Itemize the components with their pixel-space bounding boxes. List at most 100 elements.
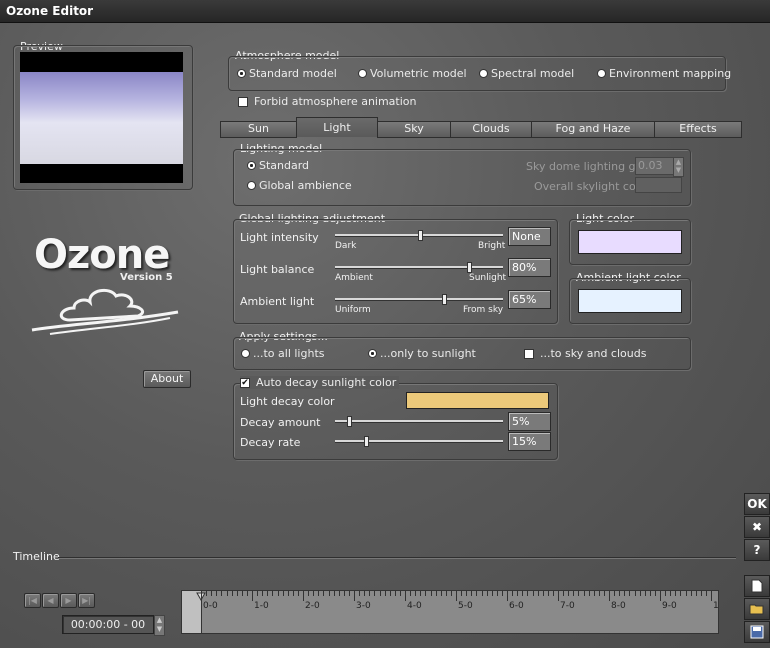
timeline-ticks: 0-0 1-0 2-0 3-0 4-0 5-0 6-0 7-0 8-0 9-0 1 (182, 591, 719, 633)
timeline-tick-mark (226, 591, 228, 596)
light-balance-thumb[interactable] (467, 262, 472, 273)
light-color-swatch[interactable] (578, 230, 682, 254)
sky-gain-label: Sky dome lighting gain (526, 160, 653, 173)
ambient-light-max: From sky (463, 305, 504, 315)
decay-rate-value[interactable]: 15% (508, 432, 551, 451)
decay-rate-thumb[interactable] (363, 436, 369, 447)
timeline-tick-mark (394, 591, 396, 596)
timeline-label: Timeline (13, 550, 60, 563)
timeline-tick-mark (308, 591, 310, 596)
ambient-light-value[interactable]: 65% (508, 290, 551, 309)
light-intensity-thumb[interactable] (417, 230, 423, 241)
tab-effects[interactable]: Effects (654, 121, 742, 138)
timeline-tick-mark (522, 591, 524, 596)
play-icon[interactable]: ▶ (60, 593, 77, 608)
timeline-tick-mark (379, 591, 381, 596)
ambient-light-thumb[interactable] (442, 294, 448, 305)
save-disk-icon[interactable] (744, 621, 770, 643)
timeline-tick-mark (252, 591, 253, 601)
timeline-tick-mark (501, 591, 503, 596)
radio-only-sunlight[interactable]: ...only to sunlight (369, 347, 476, 360)
radio-dot (369, 350, 376, 357)
new-file-icon[interactable] (744, 575, 770, 597)
timeline-tick-mark (552, 591, 554, 596)
ambient-light-slider[interactable] (335, 298, 503, 300)
close-button[interactable]: ✖ (744, 516, 770, 538)
radio-standard-model[interactable]: Standard model (238, 67, 337, 80)
tab-clouds[interactable]: Clouds (450, 121, 532, 138)
light-balance-slider[interactable] (335, 266, 503, 268)
decay-amount-slider[interactable] (335, 420, 503, 422)
about-button[interactable]: About (143, 370, 191, 388)
light-intensity-min: Dark (335, 241, 357, 251)
radio-spectral-model[interactable]: Spectral model (480, 67, 574, 80)
timeline-tick-mark (705, 591, 707, 596)
timeline-tick-mark (471, 591, 473, 596)
time-spinner[interactable]: ▲ ▼ (154, 615, 165, 636)
timeline-tick-mark (685, 591, 687, 596)
timeline-tick-label: 2-0 (305, 601, 320, 611)
light-balance-value[interactable]: 80% (508, 258, 551, 277)
timeline-tick-mark (486, 591, 488, 596)
forbid-animation-checkbox[interactable]: Forbid atmosphere animation (238, 95, 417, 108)
checkbox-box (524, 348, 534, 359)
light-intensity-value[interactable]: None (508, 227, 551, 246)
checkmark-icon: ✔ (240, 377, 250, 388)
skip-start-icon[interactable]: |◀ (24, 593, 41, 608)
window-title: Ozone Editor (6, 4, 94, 18)
timeline-tick-mark (634, 591, 636, 596)
decay-rate-slider[interactable] (335, 440, 503, 442)
help-button[interactable]: ? (744, 539, 770, 561)
timeline-tick-mark (348, 591, 350, 596)
radio-label: ...only to sunlight (380, 347, 476, 360)
ambient-color-swatch[interactable] (578, 289, 682, 313)
tab-sky[interactable]: Sky (377, 121, 451, 138)
ok-button[interactable]: OK (744, 493, 770, 515)
timeline-tick-mark (527, 591, 529, 596)
decay-amount-value[interactable]: 5% (508, 412, 551, 431)
radio-volumetric-model[interactable]: Volumetric model (359, 67, 467, 80)
timeline-tick-mark (563, 591, 565, 596)
time-field[interactable]: 00:00:00 - 00 (62, 615, 154, 634)
checkbox-label: ...to sky and clouds (540, 347, 647, 360)
tab-fog-and-haze[interactable]: Fog and Haze (531, 121, 655, 138)
timeline-tick-mark (364, 591, 366, 596)
sky-gain-spinner[interactable]: ▲ ▼ (673, 157, 684, 177)
timeline-tick-mark (614, 591, 616, 596)
timeline-tick-mark (221, 591, 223, 596)
timeline-tick-mark (333, 591, 335, 596)
timeline-tick-label: 3-0 (356, 601, 371, 611)
radio-dot (238, 70, 245, 77)
ozone-logo: Ozone Version 5 (30, 232, 190, 342)
timeline-tick-mark (201, 591, 202, 601)
timeline-tick-mark (282, 591, 284, 596)
timeline-tick-mark (231, 591, 233, 596)
tab-sun[interactable]: Sun (220, 121, 297, 138)
timeline-track[interactable]: 0-0 1-0 2-0 3-0 4-0 5-0 6-0 7-0 8-0 9-0 1 (181, 590, 719, 634)
decay-amount-thumb[interactable] (347, 416, 353, 427)
step-back-icon[interactable]: ◀ (42, 593, 59, 608)
timeline-tick-mark (405, 591, 406, 601)
tab-light[interactable]: Light (296, 117, 378, 137)
radio-environment-mapping[interactable]: Environment mapping (598, 67, 731, 80)
timeline-tick-mark (399, 591, 401, 596)
overall-skylight-swatch[interactable] (635, 177, 682, 193)
radio-label: Standard (259, 159, 310, 172)
radio-lighting-standard[interactable]: Standard (248, 159, 309, 172)
timeline-tick-mark (578, 591, 580, 596)
timeline-tick-mark (624, 591, 626, 596)
radio-global-ambience[interactable]: Global ambience (248, 179, 352, 192)
apply-sky-clouds-checkbox[interactable]: ...to sky and clouds (524, 347, 646, 360)
open-folder-icon[interactable] (744, 598, 770, 620)
timeline-tick-mark (425, 591, 427, 596)
timeline-tick-mark (491, 591, 493, 596)
auto-decay-checkbox[interactable]: ✔ Auto decay sunlight color (240, 376, 400, 389)
sky-gain-input[interactable]: 0.03 (635, 157, 677, 175)
radio-label: Spectral model (491, 67, 575, 80)
light-balance-label: Light balance (240, 263, 315, 276)
light-decay-color-swatch[interactable] (406, 392, 549, 409)
radio-all-lights[interactable]: ...to all lights (242, 347, 325, 360)
radio-dot (598, 70, 605, 77)
skip-end-icon[interactable]: ▶| (78, 593, 95, 608)
timeline-tick-mark (481, 591, 483, 596)
